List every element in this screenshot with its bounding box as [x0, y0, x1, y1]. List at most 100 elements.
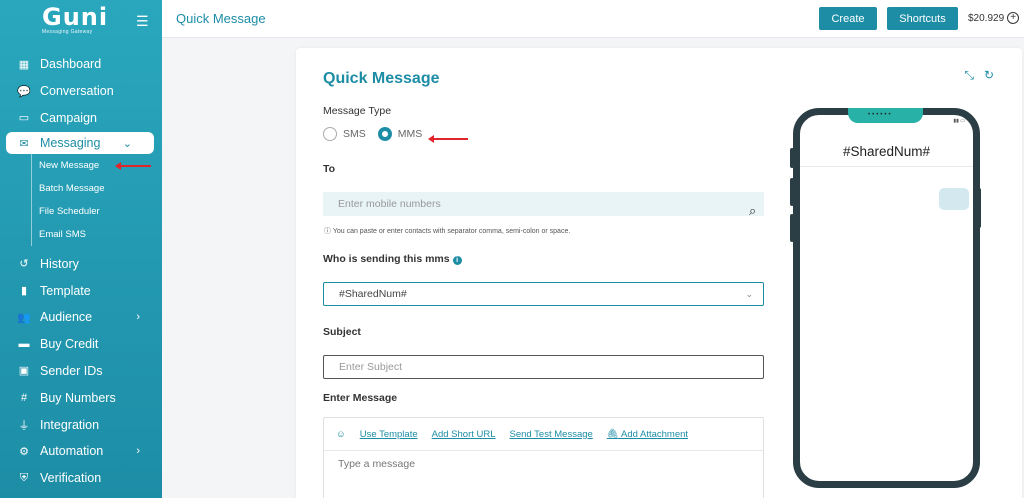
sidebar-item-label: Audience	[40, 310, 93, 325]
collapse-icon[interactable]: ⤡	[964, 68, 974, 83]
to-label: To	[323, 163, 336, 175]
phone-preview: •••••• ▮▮ ▭ #SharedNum#	[793, 108, 980, 488]
message-type-radio-group: SMS MMS	[323, 127, 434, 141]
sidebar-item-label: Campaign	[40, 110, 97, 125]
quick-message-card: Quick Message ⤡ ↻ Message Type SMS MMS T…	[296, 48, 1022, 498]
notch-dots: ••••••	[868, 112, 893, 118]
add-short-url-link[interactable]: Add Short URL	[432, 429, 496, 440]
sidebar-item-label: Verification	[40, 471, 102, 486]
sidebar-item-label: Conversation	[40, 84, 114, 99]
sidebar-item-automation[interactable]: ⚙ Automation ›	[0, 438, 162, 465]
red-arrow-annotation	[428, 135, 468, 143]
sub-item-label: File Scheduler	[39, 206, 100, 218]
card-icon: ▬	[18, 338, 30, 351]
sidebar-item-label: Messaging	[40, 136, 101, 151]
phone-side-button	[790, 148, 794, 168]
phone-side-button	[977, 188, 981, 228]
sender-label: Who is sending this mms i	[323, 253, 462, 265]
search-contacts-icon[interactable]: ⌕	[749, 203, 756, 219]
hamburger-menu-icon[interactable]: ☰	[136, 13, 149, 30]
status-bar-icons: ▮▮ ▭	[953, 118, 965, 124]
sidebar-item-template[interactable]: ▮ Template	[0, 277, 162, 304]
sidebar-item-label: History	[40, 256, 79, 271]
phone-notch: ••••••	[848, 108, 923, 123]
mms-radio[interactable]	[377, 127, 392, 141]
grid-icon: ▦	[18, 58, 30, 71]
sidebar-item-conversation[interactable]: 💬 Conversation	[0, 78, 162, 105]
emoji-icon[interactable]: ☺	[336, 429, 346, 440]
sidebar-item-history[interactable]: ↺ History	[0, 250, 162, 277]
sidebar-item-messaging[interactable]: ✉ Messaging ⌄	[6, 132, 154, 155]
sender-select[interactable]: #SharedNum# ⌄	[323, 282, 764, 306]
to-input-placeholder: Enter mobile numbers	[338, 198, 441, 210]
subject-label: Subject	[323, 326, 361, 338]
shield-icon: ⛨	[19, 471, 29, 484]
phone-side-button	[790, 178, 794, 206]
subject-input[interactable]: Enter Subject	[323, 355, 764, 379]
logo[interactable]: Guni Messaging Gateway	[42, 5, 108, 35]
plug-icon: ⏚	[18, 419, 30, 432]
gear-icon: ⚙	[19, 445, 29, 458]
sender-label-text: Who is sending this mms	[323, 253, 450, 265]
messaging-submenu: New Message Batch Message File Scheduler…	[31, 154, 162, 247]
add-attachment-link[interactable]: 🖇 Add Attachment	[607, 429, 688, 440]
sms-radio-label[interactable]: SMS	[343, 128, 366, 140]
sidebar: Guni Messaging Gateway ☰ ▦ Dashboard 💬 C…	[0, 0, 162, 498]
to-input[interactable]: Enter mobile numbers	[323, 192, 764, 216]
add-credit-icon[interactable]: +	[1007, 12, 1020, 24]
subject-input-placeholder: Enter Subject	[339, 361, 403, 373]
shortcuts-button[interactable]: Shortcuts	[887, 7, 958, 30]
sidebar-item-buy-numbers[interactable]: # Buy Numbers	[0, 384, 162, 411]
chevron-right-icon: ›	[136, 311, 140, 324]
page-title: Quick Message	[176, 11, 266, 26]
sidebar-subitem-batch-message[interactable]: Batch Message	[39, 177, 162, 200]
message-placeholder: Type a message	[338, 458, 416, 470]
message-icon: ✉	[19, 137, 29, 150]
to-hint: ⓘ You can paste or enter contacts with s…	[324, 228, 571, 235]
phone-side-button	[790, 214, 794, 242]
hash-icon: #	[20, 391, 28, 404]
history-icon: ↺	[19, 258, 29, 271]
message-textarea[interactable]: Type a message	[324, 451, 763, 477]
sidebar-item-label: Sender IDs	[40, 363, 103, 378]
card-tools: ⤡ ↻	[964, 68, 994, 83]
chevron-down-icon: ⌄	[122, 137, 132, 150]
chevron-down-icon: ⌄	[745, 288, 753, 299]
paperclip-icon: 🖇	[606, 428, 619, 440]
editor-toolbar: ☺ Use Template Add Short URL Send Test M…	[324, 418, 763, 451]
message-editor: ☺ Use Template Add Short URL Send Test M…	[323, 417, 764, 498]
create-button[interactable]: Create	[819, 7, 877, 30]
users-icon: 👥	[17, 311, 31, 324]
sub-item-label: Batch Message	[39, 183, 105, 195]
sidebar-item-audience[interactable]: 👥 Audience ›	[0, 304, 162, 331]
sidebar-item-label: Automation	[40, 444, 104, 459]
sidebar-subitem-new-message[interactable]: New Message	[39, 154, 162, 177]
sidebar-item-label: Dashboard	[40, 57, 102, 72]
sub-item-label: New Message	[39, 160, 100, 172]
mms-radio-label[interactable]: MMS	[398, 128, 423, 140]
sidebar-item-buy-credit[interactable]: ▬ Buy Credit	[0, 331, 162, 358]
campaign-icon: ▭	[18, 112, 30, 125]
send-test-message-link[interactable]: Send Test Message	[510, 429, 593, 440]
sub-item-label: Email SMS	[39, 229, 86, 241]
sidebar-item-label: Template	[40, 283, 91, 298]
message-type-label: Message Type	[323, 105, 392, 117]
sidebar-item-campaign[interactable]: ▭ Campaign	[0, 105, 162, 132]
sidebar-item-sender-ids[interactable]: ▣ Sender IDs	[0, 358, 162, 385]
sidebar-subitem-email-sms[interactable]: Email SMS	[39, 223, 162, 246]
use-template-link[interactable]: Use Template	[360, 429, 418, 440]
refresh-icon[interactable]: ↻	[984, 68, 994, 83]
sidebar-item-integration[interactable]: ⏚ Integration	[0, 411, 162, 438]
file-icon: ▮	[20, 285, 28, 298]
sms-radio[interactable]	[323, 127, 337, 141]
info-icon[interactable]: i	[452, 256, 462, 265]
sidebar-item-label: Integration	[40, 417, 100, 432]
sidebar-item-verification[interactable]: ⛨ Verification	[0, 465, 162, 492]
logo-subtitle: Messaging Gateway	[42, 29, 93, 35]
id-icon: ▣	[18, 365, 30, 378]
topbar: Quick Message Create Shortcuts $20.929 +	[162, 0, 1024, 38]
balance-amount: $20.929	[968, 12, 1005, 24]
sidebar-item-dashboard[interactable]: ▦ Dashboard	[0, 51, 162, 78]
sidebar-subitem-file-scheduler[interactable]: File Scheduler	[39, 200, 162, 223]
logo-text: Guni	[42, 3, 109, 31]
